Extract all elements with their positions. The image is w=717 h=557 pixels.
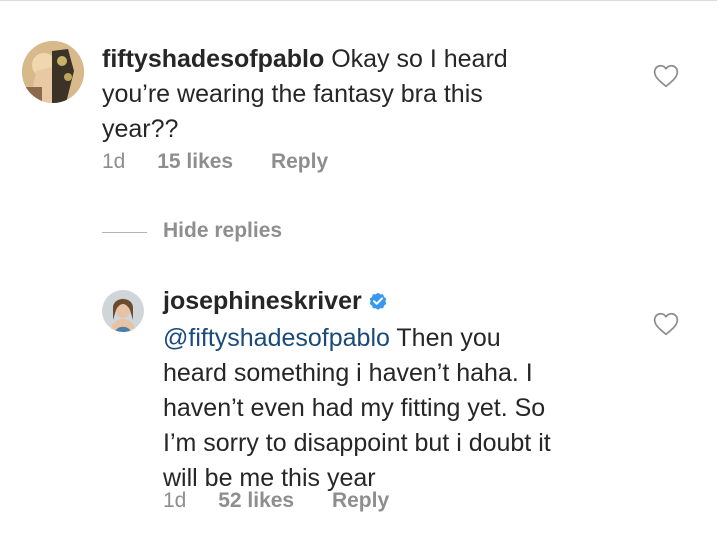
reply-text-line: Then you xyxy=(389,324,501,352)
comment-likes[interactable]: 15 likes xyxy=(157,150,233,174)
replier-avatar[interactable] xyxy=(102,290,144,332)
comment-text-line: you’re wearing the fantasy bra this xyxy=(102,80,483,108)
commenter-username[interactable]: fiftyshadesofpablo xyxy=(102,45,324,73)
reply-text-line: I’m sorry to disappoint but i doubt it xyxy=(163,429,551,457)
reply-timestamp[interactable]: 1d xyxy=(163,489,186,513)
comment-timestamp[interactable]: 1d xyxy=(102,150,125,174)
comment-text-line: year?? xyxy=(102,115,179,143)
commenter-avatar[interactable] xyxy=(22,41,84,103)
verified-badge-icon xyxy=(368,286,388,321)
comment-body: fiftyshadesofpablo Okay so I heard you’r… xyxy=(102,42,508,147)
reply-button[interactable]: Reply xyxy=(271,150,328,174)
reply-like-heart-icon[interactable] xyxy=(653,312,679,341)
reply-likes[interactable]: 52 likes xyxy=(218,489,294,513)
reply-text-line: haven’t even had my fitting yet. So xyxy=(163,394,546,422)
like-heart-icon[interactable] xyxy=(653,64,679,93)
reply-text-line: will be me this year xyxy=(163,464,376,492)
reply-body: josephineskriver @fiftyshadesofpablo The… xyxy=(163,284,551,496)
reply-to-reply-button[interactable]: Reply xyxy=(332,489,389,513)
top-divider xyxy=(0,0,717,1)
comment-text-line: Okay so I heard xyxy=(324,45,508,73)
hide-replies-button[interactable]: Hide replies xyxy=(163,219,282,243)
replies-divider-line xyxy=(102,232,147,233)
reply-text-line: heard something i haven’t haha. I xyxy=(163,359,533,387)
comment-meta: 1d 15 likes Reply xyxy=(102,150,328,174)
reply-mention-link[interactable]: @fiftyshadesofpablo xyxy=(163,324,390,352)
replier-username[interactable]: josephineskriver xyxy=(163,287,362,315)
reply-meta: 1d 52 likes Reply xyxy=(163,489,389,513)
